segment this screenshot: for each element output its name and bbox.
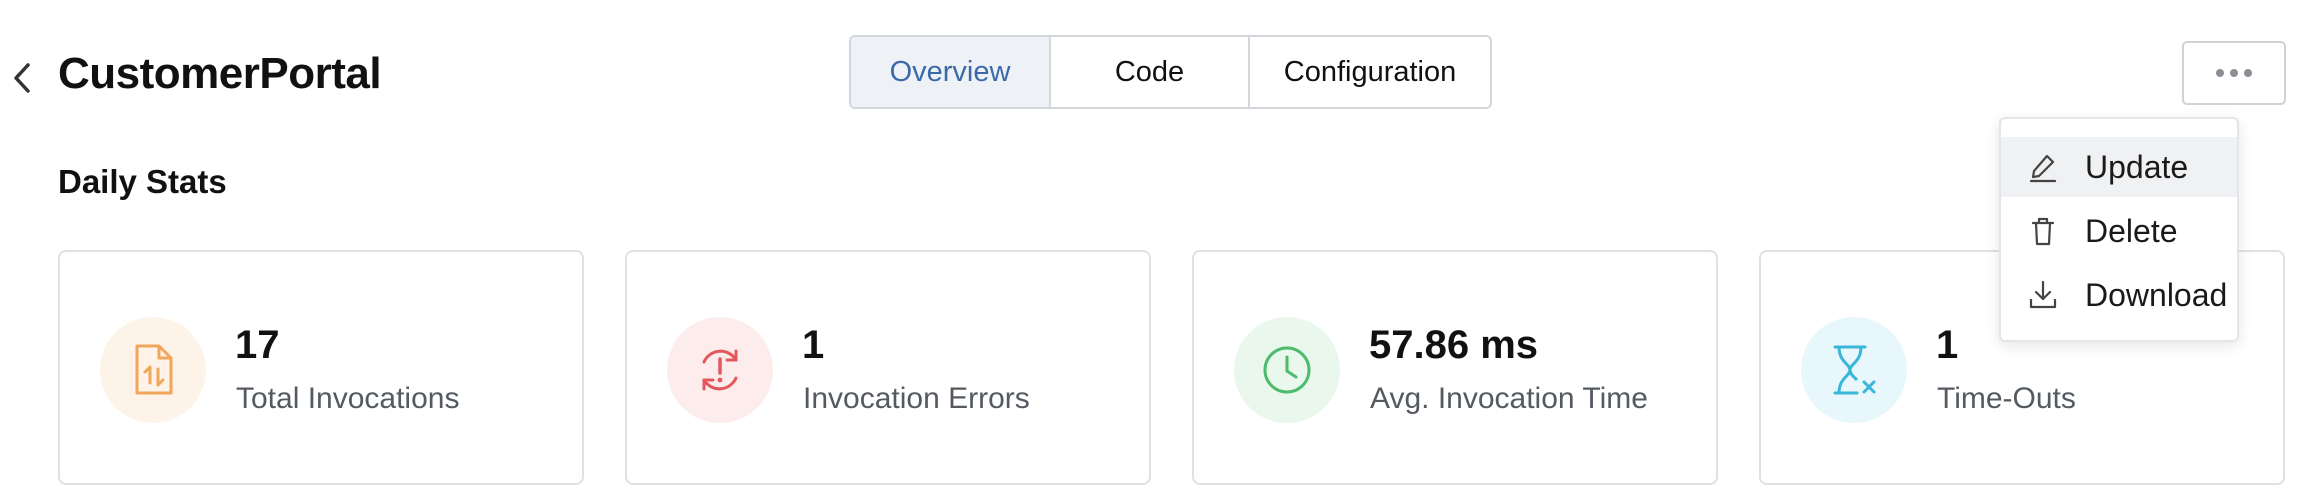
- back-button[interactable]: [8, 56, 36, 100]
- stat-label: Avg. Invocation Time: [1370, 382, 1648, 415]
- file-transfer-icon: [100, 317, 206, 423]
- error-sync-icon: [667, 317, 773, 423]
- stat-card-total-invocations: 17 Total Invocations: [58, 250, 584, 485]
- menu-item-label: Delete: [2085, 212, 2178, 249]
- trash-icon: [2025, 213, 2061, 249]
- tab-code[interactable]: Code: [1049, 37, 1248, 107]
- stat-label: Time-Outs: [1937, 382, 2076, 415]
- stat-value: 17: [235, 323, 280, 367]
- stat-value: 1: [802, 323, 825, 367]
- page-title: CustomerPortal: [58, 49, 382, 98]
- menu-item-download[interactable]: Download: [2001, 265, 2237, 325]
- tab-bar: Overview Code Configuration: [849, 35, 1492, 109]
- tab-configuration[interactable]: Configuration: [1248, 37, 1490, 107]
- download-icon: [2025, 277, 2061, 313]
- stat-value: 57.86 ms: [1369, 323, 1539, 367]
- hourglass-x-icon: [1801, 317, 1907, 423]
- tab-overview[interactable]: Overview: [851, 37, 1049, 107]
- clock-icon: [1234, 317, 1340, 423]
- page: CustomerPortal Overview Code Configurati…: [0, 0, 2322, 504]
- menu-item-update[interactable]: Update: [2001, 137, 2237, 197]
- more-options-menu: Update Delete Download: [1999, 117, 2239, 342]
- chevron-left-icon: [14, 63, 30, 93]
- menu-item-delete[interactable]: Delete: [2001, 201, 2237, 261]
- section-title: Daily Stats: [58, 163, 227, 200]
- menu-item-label: Update: [2085, 148, 2189, 185]
- stat-label: Total Invocations: [236, 382, 460, 415]
- stat-label: Invocation Errors: [803, 382, 1030, 415]
- stat-value: 1: [1936, 323, 1959, 367]
- menu-item-label: Download: [2085, 276, 2228, 313]
- more-options-button[interactable]: [2182, 41, 2286, 105]
- edit-icon: [2025, 149, 2061, 185]
- more-horizontal-icon: [2216, 69, 2252, 77]
- stat-card-avg-invocation-time: 57.86 ms Avg. Invocation Time: [1192, 250, 1718, 485]
- stat-card-invocation-errors: 1 Invocation Errors: [625, 250, 1151, 485]
